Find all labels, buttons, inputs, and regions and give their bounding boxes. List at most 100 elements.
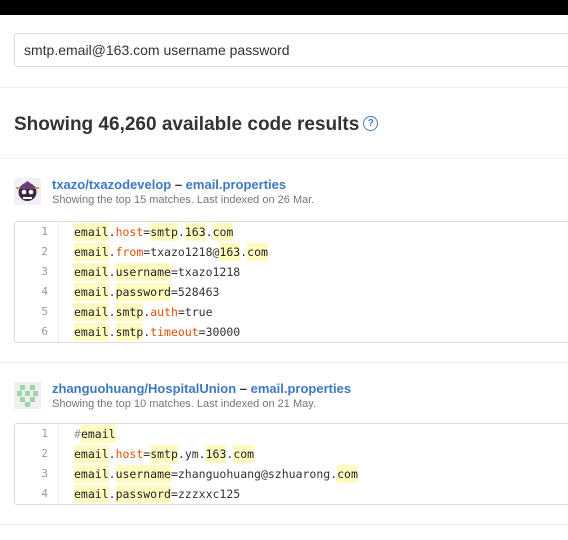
code-line: 2 email.from=txazo1218@163.com [15, 242, 568, 262]
code-line: 1 email.host=smtp.163.com [15, 222, 568, 242]
code-token: . [108, 265, 116, 279]
line-content: email.smtp.timeout=30000 [59, 322, 240, 342]
line-number[interactable]: 4 [15, 484, 59, 504]
result-meta: Showing the top 15 matches. Last indexed… [52, 194, 315, 206]
line-number[interactable]: 4 [15, 282, 59, 302]
result-meta: Showing the top 10 matches. Last indexed… [52, 398, 316, 410]
line-content: email.from=txazo1218@163.com [59, 242, 268, 262]
code-token: . [108, 467, 116, 481]
code-token: . [108, 305, 116, 319]
match-highlight: email [80, 425, 116, 443]
result-title: zhanguohuang/HospitalUnion – email.prope… [52, 381, 351, 396]
line-content: email.host=smtp.ym.163.com [59, 444, 255, 464]
line-number[interactable]: 2 [15, 242, 59, 262]
match-highlight: 163 [219, 243, 241, 261]
line-content: #email [59, 424, 116, 444]
line-number[interactable]: 6 [15, 322, 59, 342]
match-highlight: smtp [115, 303, 144, 321]
match-highlight: password [115, 283, 171, 301]
match-highlight: email [74, 445, 109, 463]
code-token: timeout [150, 325, 199, 339]
result-title: txazo/txazodevelop – email.properties [52, 177, 286, 192]
match-highlight: email [74, 243, 109, 261]
line-number[interactable]: 2 [15, 444, 59, 464]
code-token: =true [177, 305, 213, 319]
code-token: =30000 [198, 325, 241, 339]
match-highlight: com [212, 223, 234, 241]
avatar[interactable] [14, 178, 41, 205]
code-token: =zhanguohuang@szhuarong. [170, 467, 338, 481]
match-highlight: smtp [115, 323, 144, 341]
repo-link[interactable]: zhanguohuang/HospitalUnion [52, 381, 236, 396]
help-icon[interactable]: ? [363, 116, 379, 132]
code-snippet: 1 #email 2 email.host=smtp.ym.163.com 3 email… [14, 423, 568, 505]
match-highlight: password [115, 485, 171, 503]
match-highlight: com [247, 243, 268, 261]
code-token: . [108, 245, 116, 259]
line-number[interactable]: 1 [15, 424, 59, 444]
match-highlight: email [74, 223, 109, 241]
file-link[interactable]: email.properties [186, 177, 286, 192]
file-link[interactable]: email.properties [251, 381, 351, 396]
code-line: 3 email.username=txazo1218 [15, 262, 568, 282]
code-token: # [74, 427, 81, 441]
line-content: email.smtp.auth=true [59, 302, 213, 322]
match-highlight: email [74, 283, 109, 301]
line-number[interactable]: 5 [15, 302, 59, 322]
code-token: . [108, 225, 116, 239]
avatar[interactable] [14, 382, 41, 409]
code-token: . [108, 325, 116, 339]
code-line: 2 email.host=smtp.ym.163.com [15, 444, 568, 464]
code-token: =txazo1218 [170, 265, 241, 279]
divider [0, 362, 568, 363]
line-number[interactable]: 3 [15, 262, 59, 282]
code-token: host [115, 225, 144, 239]
code-token: . [108, 285, 116, 299]
code-token: .ym. [177, 447, 206, 461]
match-highlight: email [74, 323, 109, 341]
code-token: =txazo1218@ [143, 245, 220, 259]
title-separator: – [236, 381, 251, 396]
code-line: 4 email.password=zzzxxc125 [15, 484, 568, 504]
match-highlight: username [115, 263, 171, 281]
match-highlight: smtp [150, 445, 178, 463]
match-highlight: com [337, 465, 358, 483]
code-line: 5 email.smtp.auth=true [15, 302, 568, 322]
code-token: from [115, 245, 144, 259]
line-number[interactable]: 1 [15, 222, 59, 242]
match-highlight: com [233, 445, 255, 463]
match-highlight: email [74, 303, 109, 321]
match-highlight: 163 [205, 445, 227, 463]
match-highlight: email [74, 465, 109, 483]
match-highlight: smtp [150, 223, 178, 241]
code-snippet: 1 email.host=smtp.163.com 2 email.from=txaz… [14, 221, 568, 343]
code-token: . [108, 487, 116, 501]
code-token: host [115, 447, 144, 461]
code-line: 4 email.password=528463 [15, 282, 568, 302]
line-content: email.username=txazo1218 [59, 262, 240, 282]
code-line: 1 #email [15, 424, 568, 444]
line-content: email.username=zhanguohuang@szhuarong.co… [59, 464, 358, 484]
code-token: . [177, 225, 185, 239]
line-number[interactable]: 3 [15, 464, 59, 484]
results-heading: Showing 46,260 available code results? [14, 114, 379, 136]
code-token: =zzzxxc125 [170, 487, 241, 501]
code-token: =528463 [170, 285, 220, 299]
line-content: email.password=528463 [59, 282, 219, 302]
code-token: . [108, 447, 116, 461]
code-token: . [205, 225, 213, 239]
search-input[interactable]: smtp.email@163.com username password [14, 33, 568, 67]
match-highlight: email [74, 263, 109, 281]
match-highlight: 163 [184, 223, 206, 241]
divider [0, 158, 568, 159]
code-line: 3 email.username=zhanguohuang@szhuarong.c… [15, 464, 568, 484]
code-line: 6 email.smtp.timeout=30000 [15, 322, 568, 342]
divider [0, 87, 568, 88]
top-bar [0, 0, 568, 15]
match-highlight: username [115, 465, 171, 483]
title-separator: – [171, 177, 186, 192]
match-highlight: email [74, 485, 109, 503]
repo-link[interactable]: txazo/txazodevelop [52, 177, 171, 192]
line-content: email.host=smtp.163.com [59, 222, 234, 242]
code-token: auth [150, 305, 178, 319]
